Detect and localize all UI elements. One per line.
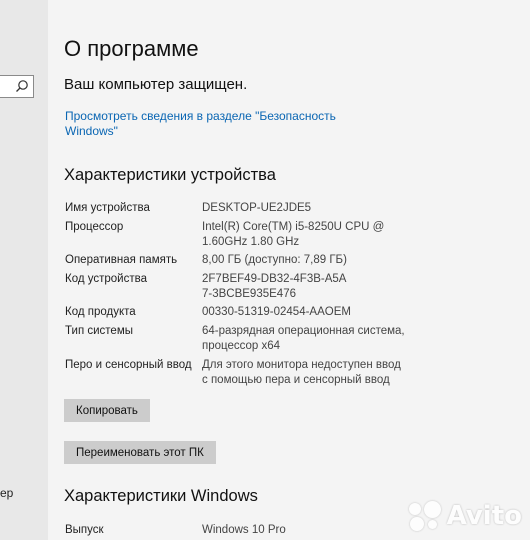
spec-label: Процессор [65, 221, 124, 233]
copy-button[interactable]: Копировать [64, 399, 150, 422]
spec-label: Имя устройства [65, 202, 150, 214]
device-specs-title: Характеристики устройства [64, 166, 276, 184]
spec-label: Код устройства [65, 273, 147, 285]
protection-status: Ваш компьютер защищен. [64, 76, 248, 93]
watermark-text: Avito [446, 501, 522, 531]
windows-specs-title: Характеристики Windows [64, 487, 258, 505]
rename-pc-button[interactable]: Переименовать этот ПК [64, 441, 216, 464]
spec-value: 2F7BEF49-DB32-4F3B-A5A7-3BCBE935E476 [202, 273, 347, 300]
spec-label: Оперативная память [65, 254, 178, 266]
spec-label: Выпуск [65, 524, 104, 536]
search-icon[interactable] [15, 79, 29, 93]
page-title: О программе [64, 36, 199, 61]
spec-value: Windows 10 Pro [202, 524, 286, 536]
spec-value: 64-разрядная операционная система, проце… [202, 325, 405, 352]
spec-value: DESKTOP-UE2JDE5 [202, 202, 312, 214]
spec-label: Перо и сенсорный ввод [65, 359, 192, 371]
sidebar: ер [0, 0, 48, 540]
spec-value: Для этого монитора недоступен ввод с пом… [202, 359, 401, 386]
sidebar-item-label[interactable]: ер [0, 486, 13, 500]
spec-value: 8,00 ГБ (доступно: 7,89 ГБ) [202, 254, 347, 266]
security-details-link[interactable]: Просмотреть сведения в разделе "Безопасн… [65, 109, 345, 139]
avito-watermark: Avito [407, 501, 522, 531]
spec-value: Intel(R) Core(TM) i5-8250U CPU @ 1.60GHz… [202, 221, 385, 248]
avito-logo-icon [407, 501, 443, 531]
search-input[interactable] [0, 75, 34, 98]
spec-label: Тип системы [65, 325, 133, 337]
spec-value: 00330-51319-02454-AAOEM [202, 306, 351, 318]
about-page: О программе Ваш компьютер защищен. Просм… [48, 0, 530, 540]
spec-label: Код продукта [65, 306, 136, 318]
